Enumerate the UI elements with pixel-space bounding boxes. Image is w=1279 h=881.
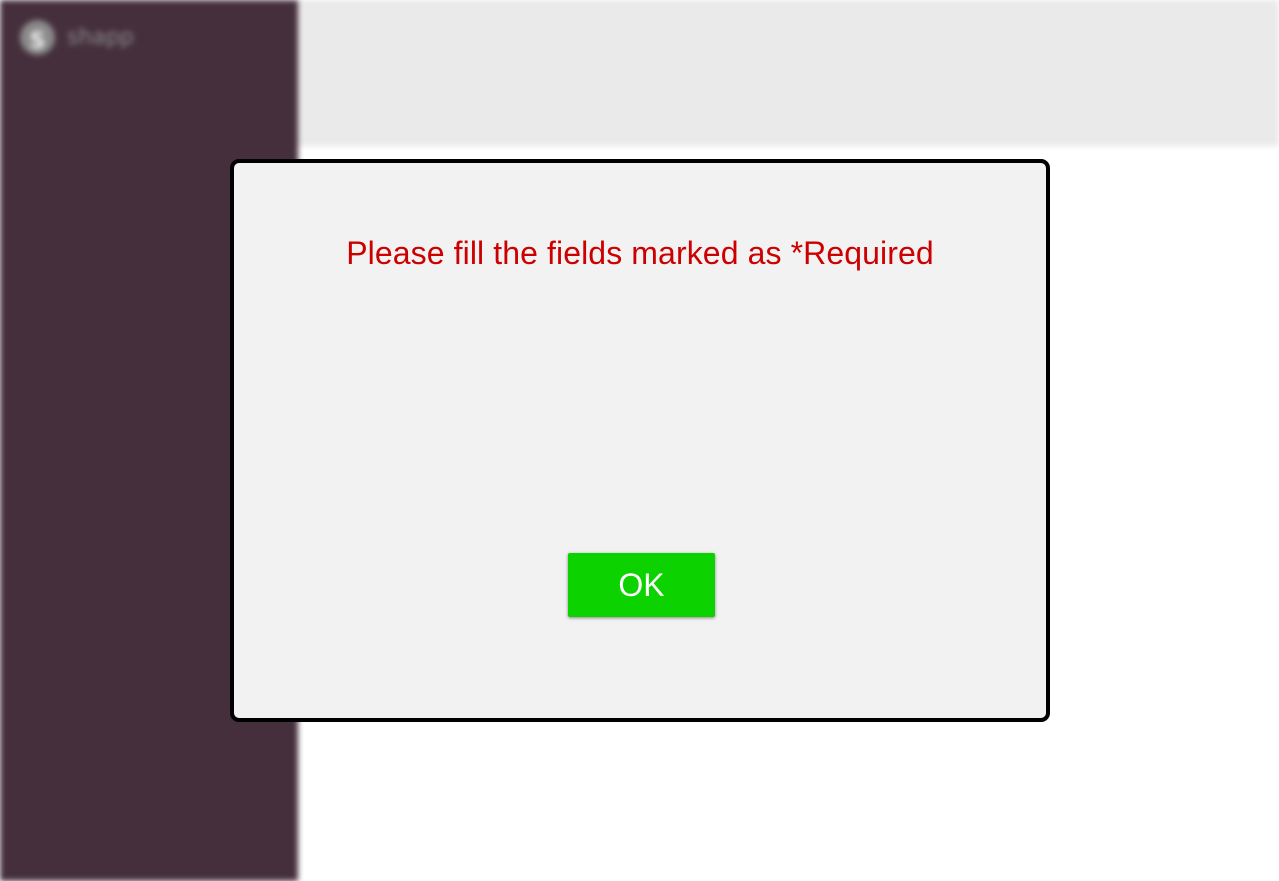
dialog-message: Please fill the fields marked as *Requir… <box>346 235 934 271</box>
required-fields-dialog: Please fill the fields marked as *Requir… <box>230 159 1050 722</box>
brand: S shapp <box>20 20 134 55</box>
ok-button[interactable]: OK <box>568 553 715 617</box>
top-header <box>298 0 1279 146</box>
brand-logo-icon: S <box>20 20 55 55</box>
app-window: S shapp Please fill the fields marked as… <box>0 0 1279 881</box>
brand-name: shapp <box>67 25 134 50</box>
